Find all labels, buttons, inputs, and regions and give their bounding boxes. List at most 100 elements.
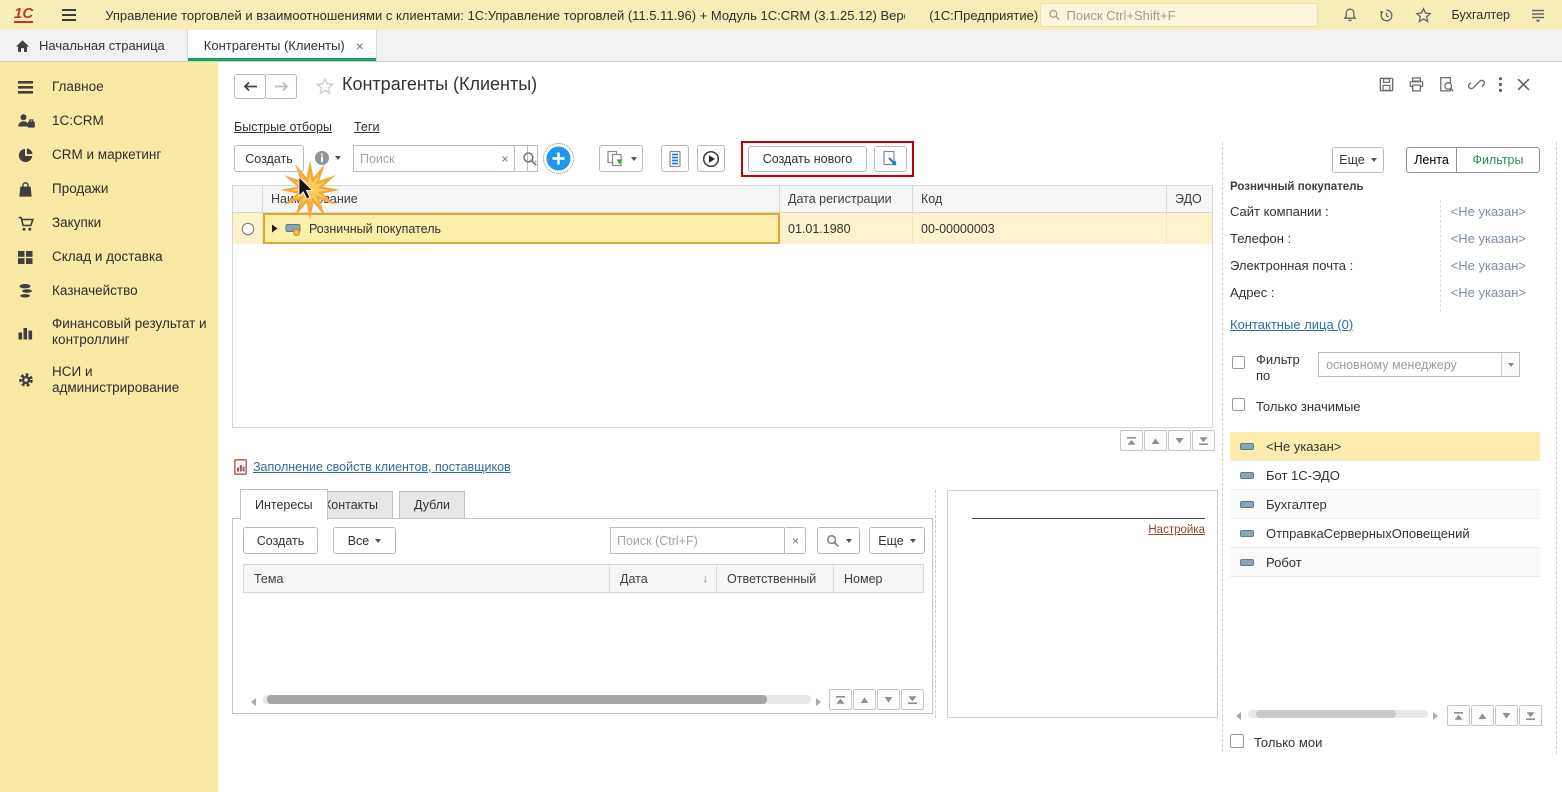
- more-dots-icon[interactable]: [1498, 76, 1503, 93]
- sidebar-item-nsi-administration[interactable]: НСИ и администрирование: [0, 356, 218, 404]
- tab-duplicates[interactable]: Дубли: [399, 491, 466, 519]
- sidebar-item-1c-crm[interactable]: 1C:CRM: [0, 104, 218, 138]
- print-icon[interactable]: [1408, 76, 1425, 93]
- select-caret-button[interactable]: [1501, 353, 1519, 376]
- table-row[interactable]: Розничный покупатель 01.01.1980 00-00000…: [233, 213, 1212, 244]
- expand-arrow-icon[interactable]: [271, 224, 278, 233]
- sidebar-item-treasury[interactable]: Казначейство: [0, 274, 218, 308]
- load-from-service-button[interactable]: [874, 146, 907, 172]
- detail-value[interactable]: <Не указан>: [1318, 285, 1526, 300]
- copy-dropdown-button[interactable]: [599, 145, 643, 172]
- link-icon[interactable]: [1468, 76, 1485, 93]
- interests-search-button[interactable]: [817, 527, 860, 554]
- contact-persons-link[interactable]: Контактные лица (0): [1230, 317, 1353, 332]
- detail-value[interactable]: <Не указан>: [1318, 231, 1526, 246]
- row-regdate-cell[interactable]: 01.01.1980: [780, 213, 913, 244]
- manager-item[interactable]: <Не указан>: [1230, 432, 1540, 461]
- go-up-icon[interactable]: [853, 689, 876, 710]
- filters-toggle-button[interactable]: Фильтры: [1456, 147, 1540, 173]
- quick-filters-link[interactable]: Быстрые отборы: [234, 120, 332, 134]
- interests-all-button[interactable]: Все: [333, 527, 396, 554]
- info-dropdown[interactable]: [314, 150, 341, 166]
- fill-properties[interactable]: Заполнение свойств клиентов, поставщиков: [234, 459, 511, 475]
- sidebar-item-financial-result[interactable]: Финансовый результат и контроллинг: [0, 308, 218, 356]
- close-icon[interactable]: [1516, 77, 1531, 92]
- tab-interests[interactable]: Интересы: [240, 489, 328, 520]
- column-header-topic[interactable]: Тема: [244, 565, 610, 592]
- filter-by-checkbox[interactable]: [1232, 356, 1245, 369]
- row-name-cell[interactable]: Розничный покупатель: [263, 213, 780, 244]
- global-search-input[interactable]: [1066, 7, 1310, 23]
- interests-more-button[interactable]: Еще: [869, 527, 925, 554]
- preview-icon[interactable]: [1438, 76, 1455, 93]
- column-header-regdate[interactable]: Дата регистрации: [780, 186, 913, 212]
- manager-item[interactable]: ОтправкаСерверныхОповещений: [1230, 519, 1540, 548]
- interests-search-input[interactable]: [610, 527, 785, 554]
- back-button[interactable]: [234, 74, 266, 99]
- column-header-code[interactable]: Код: [913, 186, 1167, 212]
- detail-value[interactable]: <Не указан>: [1318, 258, 1526, 273]
- only-mine-checkbox[interactable]: [1230, 734, 1244, 748]
- only-significant-checkbox[interactable]: [1232, 398, 1245, 411]
- row-selector[interactable]: [233, 213, 263, 244]
- h-scrollbar-thumb[interactable]: [267, 695, 767, 704]
- go-last-icon[interactable]: [1192, 430, 1215, 451]
- splitter[interactable]: [935, 490, 936, 718]
- go-last-icon[interactable]: [901, 689, 924, 710]
- fill-properties-link[interactable]: Заполнение свойств клиентов, поставщиков: [253, 460, 511, 474]
- sidebar-item-purchases[interactable]: Закупки: [0, 206, 218, 240]
- row-code-cell[interactable]: 00-00000003: [913, 213, 1167, 244]
- main-menu-icon[interactable]: [61, 8, 77, 22]
- manager-item[interactable]: Бот 1С-ЭДО: [1230, 461, 1540, 490]
- interests-create-button[interactable]: Создать: [243, 527, 318, 554]
- go-down-icon[interactable]: [1495, 705, 1518, 726]
- tab-close-icon[interactable]: ×: [356, 39, 364, 53]
- go-down-icon[interactable]: [877, 689, 900, 710]
- home-tab[interactable]: Начальная страница: [0, 30, 187, 61]
- sidebar-item-sales[interactable]: Продажи: [0, 172, 218, 206]
- create-new-button[interactable]: Создать нового: [748, 146, 867, 172]
- manager-item[interactable]: Бухгалтер: [1230, 490, 1540, 519]
- favorites-star-icon[interactable]: [1414, 6, 1432, 24]
- splitter[interactable]: [1556, 142, 1557, 754]
- scroll-left-icon[interactable]: [1236, 712, 1241, 720]
- tags-link[interactable]: Теги: [354, 120, 379, 134]
- global-search[interactable]: [1039, 3, 1318, 27]
- history-icon[interactable]: [1378, 7, 1395, 24]
- interests-search-clear-button[interactable]: ×: [786, 527, 806, 554]
- go-down-icon[interactable]: [1168, 430, 1191, 451]
- go-up-icon[interactable]: [1144, 430, 1167, 451]
- column-header-number[interactable]: Номер: [834, 565, 923, 592]
- scroll-right-icon[interactable]: [816, 698, 821, 706]
- splitter[interactable]: [1222, 142, 1223, 752]
- h-scrollbar[interactable]: [263, 695, 811, 704]
- search-magnifier-icon[interactable]: [522, 151, 538, 167]
- search-clear-button[interactable]: ×: [496, 145, 515, 172]
- go-first-icon[interactable]: [829, 689, 852, 710]
- forward-button[interactable]: [265, 74, 297, 99]
- manager-item[interactable]: Робот: [1230, 548, 1540, 577]
- detail-value[interactable]: <Не указан>: [1318, 204, 1526, 219]
- feed-toggle-button[interactable]: Лента: [1406, 147, 1457, 173]
- column-header-name[interactable]: Наименование: [263, 186, 780, 212]
- current-user[interactable]: Бухгалтер: [1452, 8, 1510, 22]
- create-button[interactable]: Создать: [234, 145, 304, 172]
- manager-h-scrollbar[interactable]: [1248, 710, 1428, 718]
- column-header-responsible[interactable]: Ответственный: [717, 565, 834, 592]
- save-icon[interactable]: [1378, 76, 1395, 93]
- run-button[interactable]: [697, 145, 725, 172]
- more-button-top[interactable]: Еще: [1332, 147, 1384, 173]
- sidebar-item-crm-marketing[interactable]: CRM и маркетинг: [0, 138, 218, 172]
- go-last-icon[interactable]: [1519, 705, 1542, 726]
- user-menu-icon[interactable]: [1530, 7, 1546, 23]
- scroll-right-icon[interactable]: [1433, 712, 1438, 720]
- filter-by-select[interactable]: основному менеджеру: [1318, 352, 1520, 377]
- column-header-edo[interactable]: ЭДО: [1167, 186, 1211, 212]
- go-up-icon[interactable]: [1471, 705, 1494, 726]
- column-header-date[interactable]: Дата ↓: [610, 565, 717, 592]
- manager-h-scrollbar-thumb[interactable]: [1256, 710, 1396, 718]
- tab-counterparties[interactable]: Контрагенты (Клиенты) ×: [186, 30, 377, 61]
- list-view-button[interactable]: [661, 145, 689, 172]
- sidebar-item-warehouse[interactable]: Склад и доставка: [0, 240, 218, 274]
- row-edo-cell[interactable]: [1167, 213, 1211, 244]
